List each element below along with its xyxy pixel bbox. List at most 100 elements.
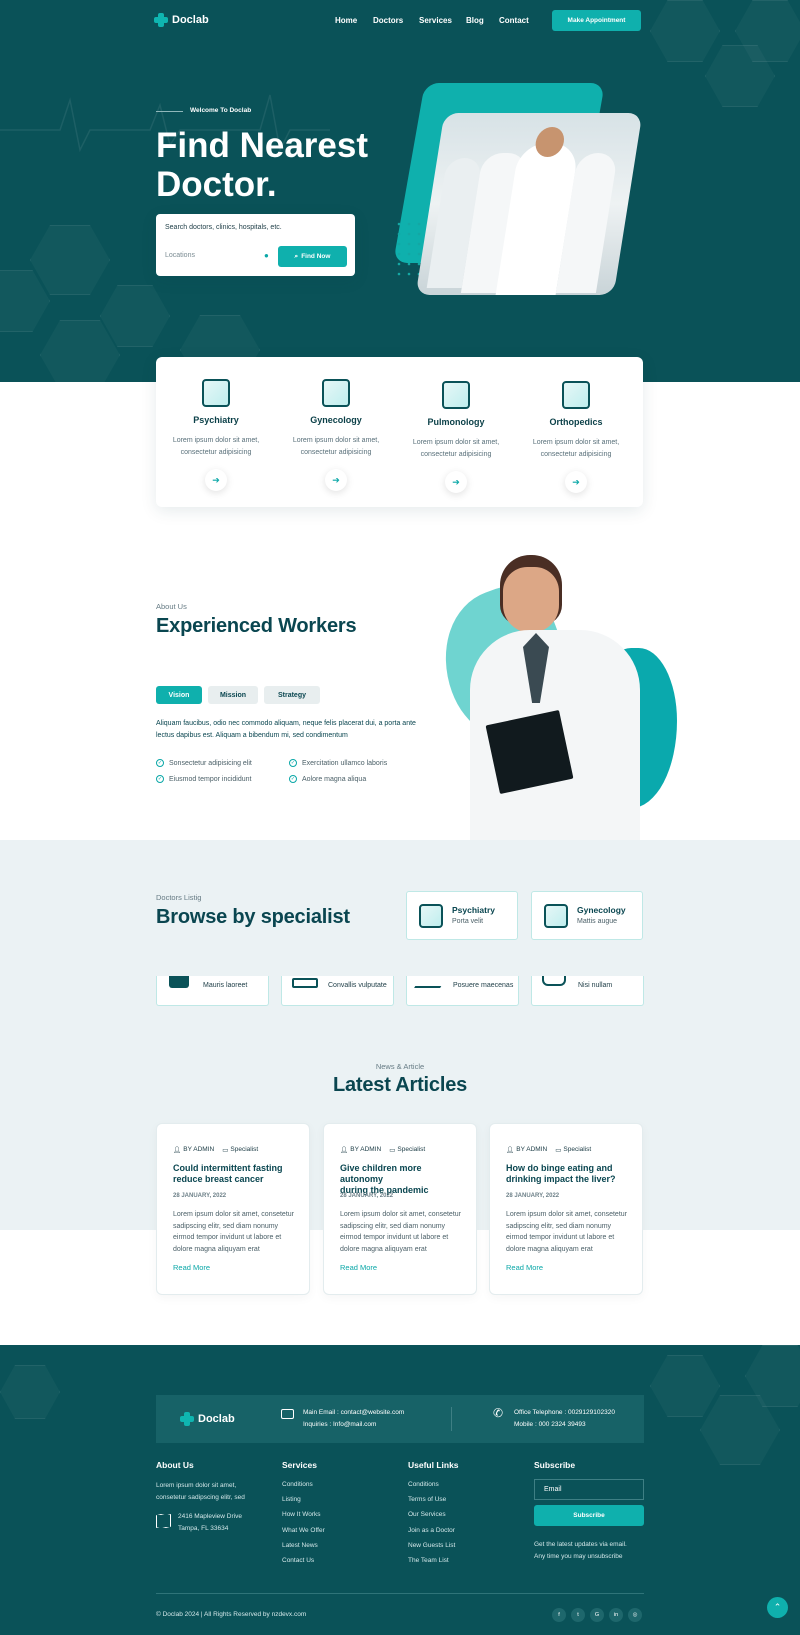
footer-link[interactable]: New Guests List bbox=[408, 1542, 455, 1549]
article-card[interactable]: 👤︎ BY ADMIN ▭ Specialist Give children mor… bbox=[323, 1123, 477, 1295]
arrow-right-icon[interactable]: ➔ bbox=[445, 471, 467, 493]
article-title[interactable]: How do binge eating and drinking impact t… bbox=[506, 1163, 630, 1185]
hexagon-decor bbox=[30, 225, 110, 295]
tab-vision[interactable]: Vision bbox=[156, 686, 202, 704]
read-more-link[interactable]: Read More bbox=[506, 1263, 543, 1272]
service-orthopedics: Orthopedics Lorem ipsum dolor sit amet, … bbox=[516, 359, 636, 493]
arrow-right-icon[interactable]: ➔ bbox=[325, 469, 347, 491]
service-pulmonology: Pulmonology Lorem ipsum dolor sit amet, … bbox=[396, 359, 516, 493]
check-item: ✓ Exercitation ullamco laboris bbox=[289, 759, 388, 767]
footer-link[interactable]: The Team List bbox=[408, 1557, 449, 1564]
specialist-card[interactable]: Mauris laoreet bbox=[156, 976, 269, 1006]
search-box: Search doctors, clinics, hospitals, etc.… bbox=[156, 214, 355, 276]
copyright: © Doclab 2024 | All Rights Reserved by n… bbox=[156, 1611, 307, 1618]
footer-link[interactable]: Conditions bbox=[282, 1481, 313, 1488]
pinterest-icon[interactable]: ◎ bbox=[628, 1608, 642, 1622]
user-icon: 👤︎ bbox=[506, 1147, 515, 1154]
check-item: ✓ Sonsectetur adipisicing elit bbox=[156, 759, 252, 767]
tab-mission[interactable]: Mission bbox=[208, 686, 258, 704]
search-input[interactable]: Search doctors, clinics, hospitals, etc. bbox=[165, 224, 282, 231]
article-card[interactable]: 👤︎ BY ADMIN ▭ Specialist How do binge eati… bbox=[489, 1123, 643, 1295]
hero-eyebrow: Welcome To Doclab bbox=[190, 107, 252, 114]
mobile-phone[interactable]: Mobile : 000 2324 39493 bbox=[514, 1419, 615, 1431]
check-circle-icon: ✓ bbox=[156, 759, 164, 767]
folder-icon: ▭ bbox=[222, 1147, 229, 1154]
footer-link[interactable]: Join as a Doctor bbox=[408, 1527, 455, 1534]
brand-logo[interactable]: Doclab bbox=[154, 13, 209, 27]
specialist-card[interactable]: Posuere maecenas bbox=[406, 976, 519, 1006]
nav-doctors[interactable]: Doctors bbox=[373, 16, 403, 25]
arrow-right-icon[interactable]: ➔ bbox=[565, 471, 587, 493]
nav-blog[interactable]: Blog bbox=[466, 16, 484, 25]
hero-title: Find Nearest Doctor. bbox=[156, 126, 368, 204]
read-more-link[interactable]: Read More bbox=[173, 1263, 210, 1272]
footer-divider bbox=[156, 1593, 644, 1594]
find-now-button[interactable]: ⌕ Find Now bbox=[278, 246, 347, 267]
location-pin-icon: ● bbox=[264, 251, 269, 260]
specialist-card-gynecology[interactable]: Gynecology Mattis augue bbox=[531, 891, 643, 940]
article-date: 28 JANUARY, 2022 bbox=[506, 1193, 560, 1199]
subscribe-email-input[interactable]: Email bbox=[534, 1479, 644, 1500]
specialist-title: Browse by specialist bbox=[156, 906, 350, 928]
hexagon-decor bbox=[650, 0, 720, 62]
folder-icon: ▭ bbox=[389, 1147, 396, 1154]
articles-title: Latest Articles bbox=[332, 1074, 468, 1096]
specialist-card-psychiatry[interactable]: Psychiatry Porta velit bbox=[406, 891, 518, 940]
twitter-icon[interactable]: t bbox=[571, 1608, 585, 1622]
doctors-team-photo bbox=[415, 113, 643, 295]
google-icon[interactable]: G bbox=[590, 1608, 604, 1622]
service-psychiatry: Psychiatry Lorem ipsum dolor sit amet, c… bbox=[156, 357, 276, 491]
about-text: Aliquam faucibus, odio nec commodo aliqu… bbox=[156, 720, 416, 739]
about-title: Experienced Workers bbox=[156, 615, 357, 637]
hero-section bbox=[0, 0, 800, 382]
office-phone[interactable]: Office Telephone : 0029129102320 bbox=[514, 1407, 615, 1419]
footer-link[interactable]: Contact Us bbox=[282, 1557, 314, 1564]
facebook-icon[interactable]: f bbox=[552, 1608, 566, 1622]
article-excerpt: Lorem ipsum dolor sit amet, consetetur sa… bbox=[506, 1211, 627, 1253]
pills-icon bbox=[414, 978, 446, 988]
user-icon: 👤︎ bbox=[340, 1147, 349, 1154]
article-card[interactable]: 👤︎ BY ADMIN ▭ Specialist Could intermitten… bbox=[156, 1123, 310, 1295]
syringe-icon bbox=[292, 978, 318, 988]
article-title[interactable]: Give children more autonomy during the pa… bbox=[340, 1163, 464, 1196]
check-circle-icon: ✓ bbox=[289, 775, 297, 783]
footer-link[interactable]: Conditions bbox=[408, 1481, 439, 1488]
tab-strategy[interactable]: Strategy bbox=[264, 686, 320, 704]
specialist-label: Doctors Listig bbox=[156, 893, 202, 902]
footer-link[interactable]: Our Services bbox=[408, 1511, 446, 1518]
stethoscope-icon bbox=[322, 379, 350, 407]
footer-link[interactable]: Terms of Use bbox=[408, 1496, 446, 1503]
footer-link[interactable]: How It Works bbox=[282, 1511, 321, 1518]
footer-link[interactable]: What We Offer bbox=[282, 1527, 325, 1534]
footer-links-title: Useful Links bbox=[408, 1460, 459, 1470]
nav-home[interactable]: Home bbox=[335, 16, 357, 25]
linkedin-icon[interactable]: in bbox=[609, 1608, 623, 1622]
nav-services[interactable]: Services bbox=[419, 16, 452, 25]
footer-link[interactable]: Listing bbox=[282, 1496, 301, 1503]
clipboard-icon bbox=[202, 379, 230, 407]
specialist-card[interactable]: Nisi nullam bbox=[531, 976, 644, 1006]
back-to-top-button[interactable]: ⌃ bbox=[767, 1597, 788, 1618]
services-card: Psychiatry Lorem ipsum dolor sit amet, c… bbox=[156, 357, 643, 507]
read-more-link[interactable]: Read More bbox=[340, 1263, 377, 1272]
tooth-icon bbox=[542, 976, 566, 986]
make-appointment-button[interactable]: Make Appointment bbox=[552, 10, 641, 31]
inquiries-email[interactable]: Inquiries : Info@mail.com bbox=[303, 1419, 404, 1431]
footer-services-title: Services bbox=[282, 1460, 317, 1470]
arrow-right-icon[interactable]: ➔ bbox=[205, 469, 227, 491]
doctor-photo bbox=[465, 555, 645, 840]
article-title[interactable]: Could intermittent fasting reduce breast … bbox=[173, 1163, 297, 1185]
hexagon-decor bbox=[0, 1365, 60, 1419]
location-input[interactable]: Locations bbox=[165, 252, 195, 259]
nav-contact[interactable]: Contact bbox=[499, 16, 529, 25]
chevron-up-icon: ⌃ bbox=[773, 1602, 782, 1612]
map-icon bbox=[156, 1514, 171, 1528]
footer-brand-logo[interactable]: Doclab bbox=[180, 1412, 235, 1426]
main-email[interactable]: Main Email : contact@website.com bbox=[303, 1407, 404, 1419]
footer-link[interactable]: Latest News bbox=[282, 1542, 318, 1549]
specialist-card[interactable]: Convallis vulputate bbox=[281, 976, 394, 1006]
cross-icon bbox=[180, 1412, 194, 1426]
subscribe-button[interactable]: Subscribe bbox=[534, 1505, 644, 1526]
footer-address: 2416 Mapleview Drive Tampa, FL 33634 bbox=[178, 1513, 242, 1532]
about-label: About Us bbox=[156, 602, 187, 611]
